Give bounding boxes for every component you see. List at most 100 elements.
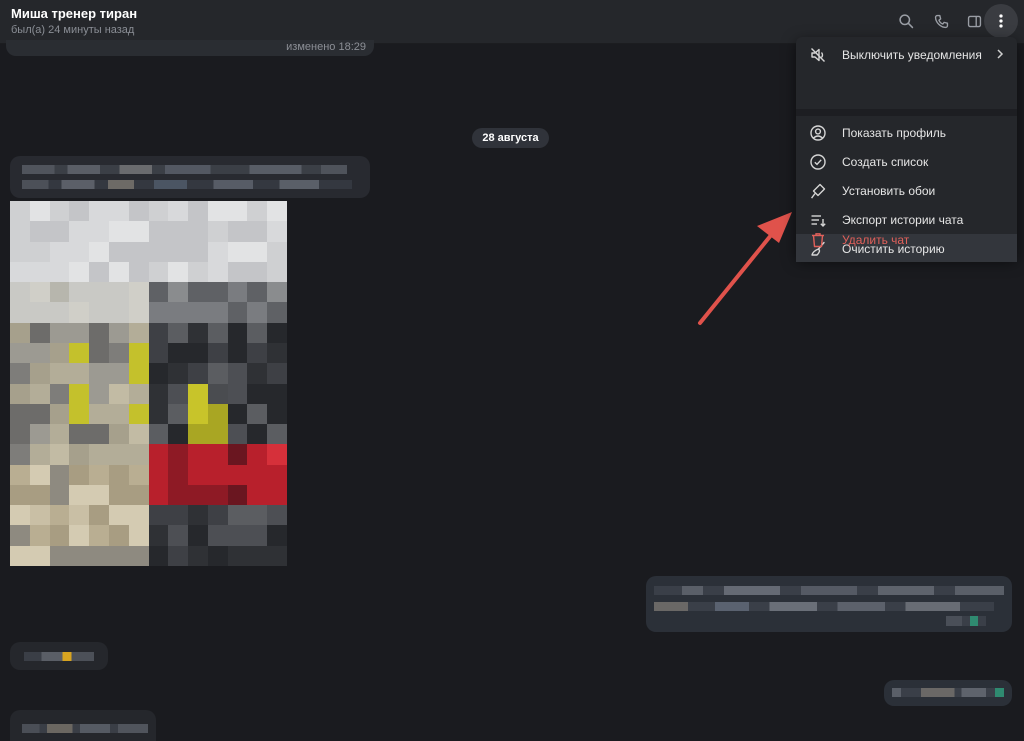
photo-pixel bbox=[69, 302, 90, 324]
photo-pixel bbox=[267, 444, 287, 466]
photo-pixel bbox=[89, 464, 110, 486]
photo-pixel bbox=[207, 342, 229, 364]
photo-pixel bbox=[247, 464, 268, 486]
menu-item-label: Создать список bbox=[842, 155, 929, 169]
photo-pixel bbox=[108, 403, 130, 425]
more-vertical-icon[interactable] bbox=[984, 4, 1018, 38]
photo-pixel bbox=[49, 525, 70, 547]
outgoing-message-small[interactable] bbox=[884, 680, 1012, 706]
photo-pixel bbox=[89, 221, 110, 243]
photo-pixel bbox=[247, 525, 268, 547]
photo-pixel bbox=[168, 221, 189, 243]
photo-pixel bbox=[227, 444, 249, 466]
outgoing-message-bubble[interactable] bbox=[646, 576, 1012, 632]
photo-pixel bbox=[247, 424, 268, 445]
photo-pixel bbox=[207, 302, 229, 324]
photo-pixel bbox=[168, 484, 189, 506]
photo-pixel bbox=[168, 282, 189, 303]
photo-pixel bbox=[247, 221, 268, 243]
photo-pixel bbox=[10, 464, 31, 486]
photo-pixel bbox=[89, 545, 110, 566]
trash-icon bbox=[809, 231, 827, 249]
photo-pixel bbox=[128, 484, 150, 506]
photo-pixel bbox=[148, 302, 169, 324]
menu-item-show-profile[interactable]: Показать профиль bbox=[796, 118, 1017, 147]
photo-pixel bbox=[89, 525, 110, 547]
photo-pixel bbox=[128, 302, 150, 324]
photo-pixel bbox=[89, 261, 110, 283]
menu-item-delete-chat[interactable]: Удалить чат bbox=[796, 225, 1017, 254]
photo-pixel bbox=[207, 525, 229, 547]
photo-pixel bbox=[227, 545, 249, 566]
photo-pixel bbox=[10, 403, 31, 425]
chat-title[interactable]: Миша тренер тиран bbox=[11, 6, 137, 21]
photo-pixel bbox=[89, 302, 110, 324]
photo-pixel bbox=[69, 261, 90, 283]
photo-message[interactable] bbox=[10, 201, 287, 566]
photo-pixel bbox=[49, 221, 70, 243]
photo-pixel bbox=[188, 403, 209, 425]
photo-pixel bbox=[69, 342, 90, 364]
photo-pixel bbox=[247, 342, 268, 364]
message-bubble-blurred[interactable] bbox=[10, 156, 370, 198]
phone-icon[interactable] bbox=[930, 10, 952, 32]
photo-pixel bbox=[89, 342, 110, 364]
photo-pixel bbox=[10, 241, 31, 263]
photo-pixel bbox=[108, 464, 130, 486]
photo-pixel bbox=[247, 363, 268, 385]
photo-pixel bbox=[188, 424, 209, 445]
photo-pixel bbox=[128, 383, 150, 405]
sidebar-toggle-icon[interactable] bbox=[963, 10, 985, 32]
photo-pixel bbox=[267, 484, 287, 506]
photo-pixel bbox=[168, 403, 189, 425]
message-bubble-small[interactable] bbox=[10, 642, 108, 670]
photo-pixel bbox=[10, 484, 31, 506]
photo-pixel bbox=[69, 383, 90, 405]
photo-pixel bbox=[188, 464, 209, 486]
photo-pixel bbox=[128, 322, 150, 344]
photo-pixel bbox=[108, 241, 130, 263]
photo-pixel bbox=[148, 444, 169, 466]
photo-pixel bbox=[10, 363, 31, 385]
photo-pixel bbox=[69, 444, 90, 466]
photo-pixel bbox=[29, 424, 51, 445]
photo-pixel bbox=[108, 383, 130, 405]
photo-pixel bbox=[29, 322, 51, 344]
photo-pixel bbox=[108, 302, 130, 324]
photo-pixel bbox=[29, 464, 51, 486]
photo-pixel bbox=[247, 383, 268, 405]
photo-pixel bbox=[69, 505, 90, 527]
photo-pixel bbox=[168, 424, 189, 445]
photo-pixel bbox=[188, 201, 209, 222]
photo-pixel bbox=[10, 201, 31, 222]
photo-pixel bbox=[247, 282, 268, 303]
photo-pixel bbox=[29, 342, 51, 364]
search-icon[interactable] bbox=[895, 10, 917, 32]
photo-pixel bbox=[29, 383, 51, 405]
photo-pixel bbox=[29, 444, 51, 466]
menu-item-create-list[interactable]: Создать список bbox=[796, 147, 1017, 176]
photo-pixel bbox=[89, 403, 110, 425]
photo-pixel bbox=[128, 444, 150, 466]
photo-pixel bbox=[188, 261, 209, 283]
menu-item-label: Удалить чат bbox=[842, 233, 910, 247]
mute-icon bbox=[809, 46, 827, 64]
menu-item-mute[interactable]: Выключить уведомления bbox=[796, 40, 1017, 69]
photo-pixel bbox=[148, 363, 169, 385]
photo-pixel bbox=[49, 403, 70, 425]
photo-pixel bbox=[207, 221, 229, 243]
photo-pixel bbox=[188, 342, 209, 364]
message-bubble-bottom[interactable] bbox=[10, 710, 156, 741]
photo-pixel bbox=[10, 383, 31, 405]
photo-pixel bbox=[29, 363, 51, 385]
photo-pixel bbox=[168, 363, 189, 385]
photo-pixel bbox=[207, 322, 229, 344]
brush-icon bbox=[809, 182, 827, 200]
menu-item-set-wallpaper[interactable]: Установить обои bbox=[796, 176, 1017, 205]
photo-pixel bbox=[89, 424, 110, 445]
photo-pixel bbox=[108, 322, 130, 344]
photo-pixel bbox=[10, 424, 31, 445]
message-bubble[interactable]: изменено 18:29 bbox=[6, 40, 374, 56]
photo-pixel bbox=[128, 363, 150, 385]
photo-pixel bbox=[267, 322, 287, 344]
